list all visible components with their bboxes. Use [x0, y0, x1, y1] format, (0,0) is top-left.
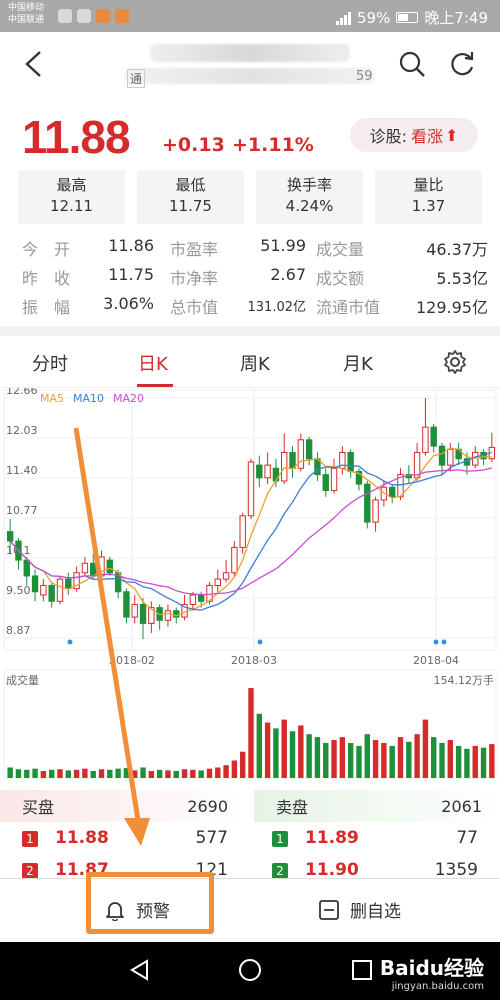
annotation-arrow-head — [124, 818, 150, 846]
watermark-brand: Baidu经验 — [379, 956, 484, 980]
watermark-url: jingyan.baidu.com — [391, 981, 484, 992]
annotation-overlay — [73, 427, 150, 846]
nav-home-icon[interactable] — [238, 958, 262, 982]
system-nav-bar: Baidu经验 jingyan.baidu.com — [0, 942, 500, 1000]
nav-back-icon[interactable] — [128, 958, 152, 982]
baidu-watermark: Baidu经验 jingyan.baidu.com — [380, 952, 484, 992]
annotation-arrow-line — [73, 427, 141, 821]
nav-recents-icon[interactable] — [350, 958, 374, 982]
annotation-highlight-box — [86, 872, 214, 934]
